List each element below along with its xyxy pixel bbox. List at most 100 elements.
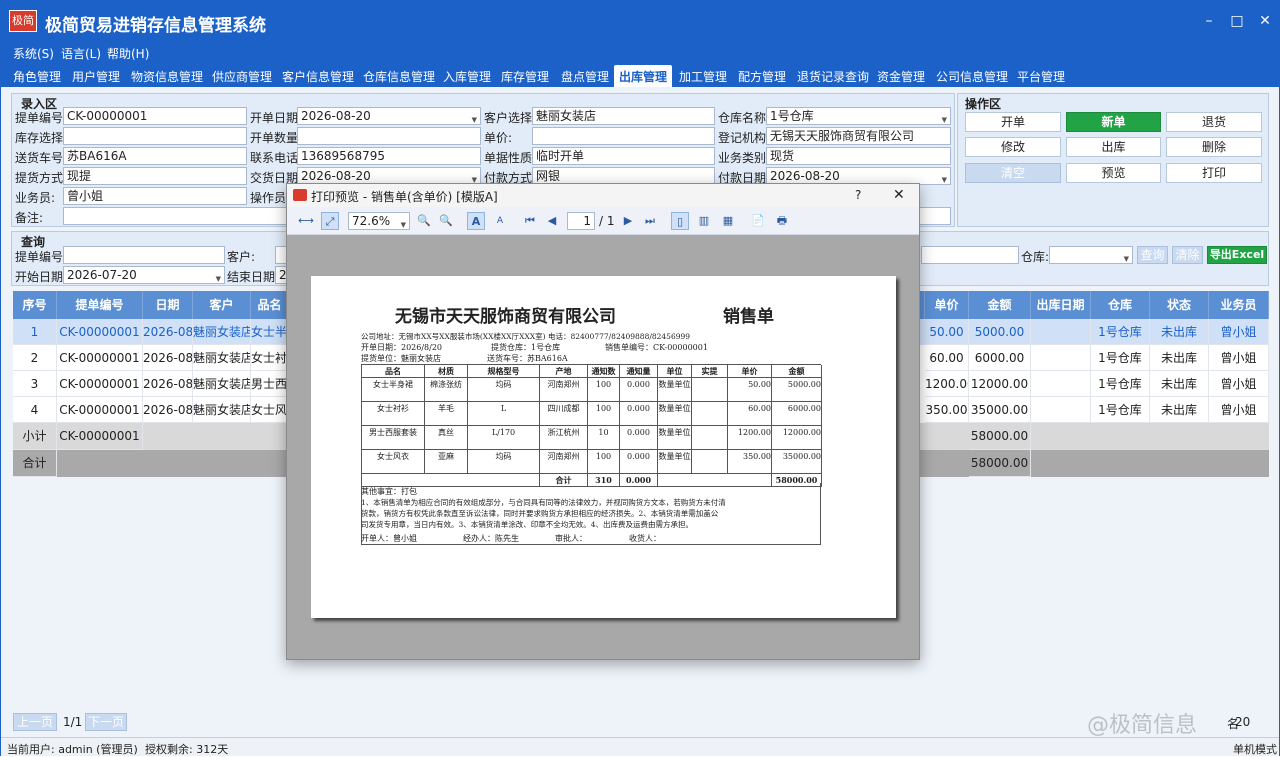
- multi-page-icon[interactable]: ▦: [719, 212, 737, 230]
- col-header-name[interactable]: 品名: [251, 291, 289, 319]
- first-page-icon[interactable]: ⏮: [521, 212, 539, 230]
- two-page-icon[interactable]: ▥: [695, 212, 713, 230]
- next-page-icon[interactable]: ▶: [619, 212, 637, 230]
- tab-stock[interactable]: 库存管理: [501, 68, 549, 85]
- dialog-close-icon[interactable]: ✕: [893, 187, 905, 203]
- cell-date: 2026-08-...: [143, 371, 193, 397]
- export-excel-button[interactable]: 导出Excel: [1207, 246, 1267, 264]
- start-date-field[interactable]: 2026-07-20 ▼: [63, 266, 225, 284]
- clear-button[interactable]: 清空: [965, 163, 1061, 183]
- tab-process[interactable]: 加工管理: [679, 68, 727, 85]
- delete-button[interactable]: 删除: [1166, 137, 1262, 157]
- menu-help[interactable]: 帮助(H): [107, 45, 149, 62]
- tab-role[interactable]: 角色管理: [13, 68, 61, 85]
- receipt-col-name: 品名: [362, 365, 425, 378]
- cell-price: 50.00: [925, 319, 969, 345]
- fit-page-icon[interactable]: ⤢: [321, 212, 339, 230]
- query-warehouse-select[interactable]: ▼: [1049, 246, 1133, 264]
- return-button[interactable]: 退货: [1166, 112, 1262, 132]
- search-button[interactable]: 查询: [1137, 246, 1168, 264]
- remark-field[interactable]: [63, 207, 287, 225]
- org-field[interactable]: 无锡天天服饰商贸有限公司: [766, 127, 951, 145]
- col-header-id[interactable]: 提单编号: [57, 291, 143, 319]
- col-header-warehouse[interactable]: 仓库: [1091, 291, 1150, 319]
- single-page-icon[interactable]: ▯: [671, 212, 689, 230]
- chevron-down-icon[interactable]: ▼: [401, 217, 406, 229]
- col-header-staff[interactable]: 业务员: [1209, 291, 1269, 319]
- prev-page-icon[interactable]: ◀: [543, 212, 561, 230]
- col-header-date[interactable]: 日期: [143, 291, 193, 319]
- tab-returns[interactable]: 退货记录查询: [797, 68, 869, 85]
- page-indicator: 1/1: [63, 715, 83, 729]
- col-header-outdate[interactable]: 出库日期: [1031, 291, 1091, 319]
- modify-button[interactable]: 修改: [965, 137, 1061, 157]
- tab-material[interactable]: 物资信息管理: [131, 68, 203, 85]
- tihuo-no-field[interactable]: CK-00000001: [63, 107, 247, 125]
- preview-button[interactable]: 预览: [1066, 163, 1161, 183]
- col-header-status[interactable]: 状态: [1150, 291, 1209, 319]
- font-large-icon[interactable]: A: [467, 212, 485, 230]
- zoom-in-icon[interactable]: 🔍: [437, 212, 455, 230]
- col-header-amount[interactable]: 金额: [969, 291, 1031, 319]
- biz-type-field[interactable]: 现货: [766, 147, 951, 165]
- receipt-col-material: 材质: [425, 365, 468, 378]
- tab-formula[interactable]: 配方管理: [738, 68, 786, 85]
- tab-customer[interactable]: 客户信息管理: [282, 68, 354, 85]
- outbound-button[interactable]: 出库: [1066, 137, 1161, 157]
- doc-nature-field[interactable]: 临时开单: [532, 147, 715, 165]
- prev-page-button[interactable]: 上一页: [13, 713, 57, 731]
- menu-language[interactable]: 语言(L): [61, 45, 101, 62]
- font-small-icon[interactable]: A: [491, 212, 509, 230]
- customer-field[interactable]: 魅丽女装店: [532, 107, 715, 125]
- phone-field[interactable]: 13689568795: [297, 147, 481, 165]
- query-clear-button[interactable]: 清除: [1172, 246, 1203, 264]
- tab-user[interactable]: 用户管理: [72, 68, 120, 85]
- qty-field[interactable]: [297, 127, 481, 145]
- menu-system[interactable]: 系统(S): [13, 45, 54, 62]
- last-page-icon[interactable]: ⏭: [641, 212, 659, 230]
- tab-warehouse[interactable]: 仓库信息管理: [363, 68, 435, 85]
- zoom-select[interactable]: 72.6% ▼: [348, 212, 410, 230]
- printer-icon[interactable]: 🖶: [773, 212, 791, 230]
- query-tihuo-field[interactable]: [63, 246, 225, 264]
- col-header-price[interactable]: 单价: [925, 291, 969, 319]
- chevron-down-icon[interactable]: ▼: [472, 112, 477, 124]
- tab-outbound[interactable]: 出库管理: [614, 65, 673, 87]
- query-extra-field[interactable]: [921, 246, 1019, 264]
- page-number-input[interactable]: 1: [567, 212, 595, 230]
- tab-supplier[interactable]: 供应商管理: [212, 68, 272, 85]
- maximize-button[interactable]: □: [1227, 11, 1247, 31]
- tab-company[interactable]: 公司信息管理: [936, 68, 1008, 85]
- pickup-field[interactable]: 现提: [63, 167, 247, 185]
- receipt-cell-amount: 12000.00: [772, 426, 822, 450]
- chevron-down-icon[interactable]: ▼: [1124, 251, 1129, 263]
- page-setup-icon[interactable]: 📄: [749, 212, 767, 230]
- close-button[interactable]: ✕: [1255, 11, 1275, 31]
- chevron-down-icon[interactable]: ▼: [942, 112, 947, 124]
- new-order-button[interactable]: 新单: [1066, 112, 1161, 132]
- price-field[interactable]: [532, 127, 715, 145]
- fit-width-icon[interactable]: ⟷: [297, 212, 315, 230]
- open-order-button[interactable]: 开单: [965, 112, 1061, 132]
- chevron-down-icon[interactable]: ▼: [942, 172, 947, 184]
- next-page-button[interactable]: 下一页: [85, 713, 127, 731]
- tab-platform[interactable]: 平台管理: [1017, 68, 1065, 85]
- col-header-no[interactable]: 序号: [13, 291, 57, 319]
- cell-outdate: [1031, 319, 1091, 345]
- stock-select-field[interactable]: [63, 127, 247, 145]
- open-date-field[interactable]: 2026-08-20 ▼: [297, 107, 481, 125]
- minimize-button[interactable]: –: [1199, 11, 1219, 31]
- tab-funds[interactable]: 资金管理: [877, 68, 925, 85]
- warehouse-select[interactable]: 1号仓库 ▼: [766, 107, 951, 125]
- zoom-out-icon[interactable]: 🔍: [415, 212, 433, 230]
- car-field[interactable]: 苏BA616A: [63, 147, 247, 165]
- tab-inbound[interactable]: 入库管理: [443, 68, 491, 85]
- chevron-down-icon[interactable]: ▼: [216, 271, 221, 283]
- tihuo-no-label: 提单编号:: [15, 111, 68, 125]
- cell-outdate: [1031, 371, 1091, 397]
- print-button[interactable]: 打印: [1166, 163, 1262, 183]
- col-header-customer[interactable]: 客户: [193, 291, 251, 319]
- tab-inventory[interactable]: 盘点管理: [561, 68, 609, 85]
- help-icon[interactable]: ?: [855, 188, 861, 202]
- salesman-field[interactable]: 曾小姐: [63, 187, 247, 205]
